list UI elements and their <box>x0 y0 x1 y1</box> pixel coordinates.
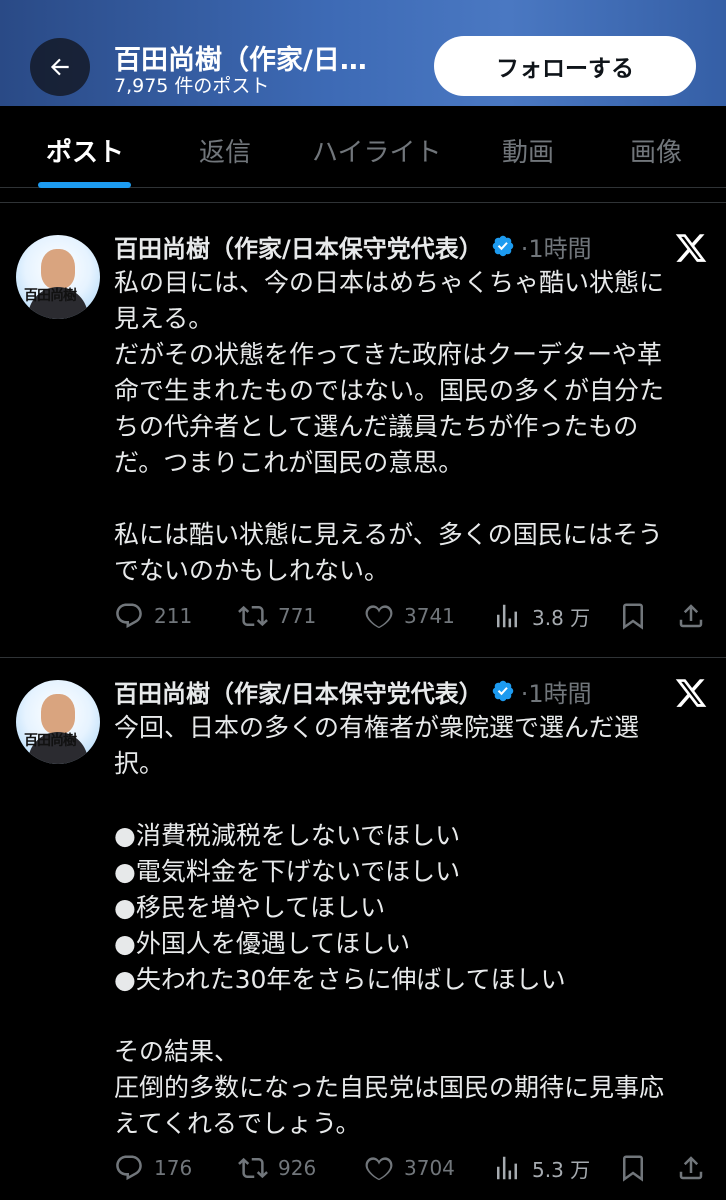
avatar-signature: 百田尚樹 <box>24 733 77 749</box>
bookmark-button[interactable] <box>618 596 658 636</box>
post-timestamp[interactable]: ·1時間 <box>521 229 592 264</box>
like-button[interactable]: 3741 <box>364 596 455 636</box>
bookmark-icon <box>623 1155 643 1182</box>
profile-tabs: ポスト 返信 ハイライト 動画 画像 <box>0 106 726 188</box>
avatar[interactable]: 百田尚樹 <box>16 680 100 764</box>
like-button[interactable]: 3704 <box>364 1148 455 1188</box>
avatar-face <box>41 249 75 289</box>
share-button[interactable] <box>676 1148 716 1188</box>
repost-icon <box>238 1157 268 1179</box>
tab-images[interactable]: 画像 <box>630 132 682 169</box>
post-actions: 211 771 3741 3.8 万 <box>114 596 714 636</box>
avatar[interactable]: 百田尚樹 <box>16 235 100 319</box>
like-count: 3741 <box>404 604 455 628</box>
post-item[interactable]: 百田尚樹 百田尚樹（作家/日本保守党代表） ·1時間 私の目には、今の日本はめち… <box>0 203 726 657</box>
verified-badge-icon <box>492 680 514 702</box>
post-author-name[interactable]: 百田尚樹（作家/日本保守党代表） <box>114 229 483 264</box>
back-button[interactable] <box>30 38 90 96</box>
reply-button[interactable]: 211 <box>114 596 192 636</box>
views-icon <box>497 1156 517 1180</box>
tab-replies[interactable]: 返信 <box>199 132 251 169</box>
like-icon <box>365 605 393 629</box>
x-logo-icon[interactable] <box>674 231 708 265</box>
verified-badge-icon <box>492 235 514 257</box>
post-author-name[interactable]: 百田尚樹（作家/日本保守党代表） <box>114 674 483 709</box>
reply-icon <box>116 1155 142 1181</box>
tab-videos[interactable]: 動画 <box>502 132 554 169</box>
tab-highlights[interactable]: ハイライト <box>312 132 441 169</box>
avatar-face <box>41 694 75 734</box>
profile-header: 百田尚樹（作家/日… 7,975 件のポスト フォローする <box>0 0 726 106</box>
views-count: 5.3 万 <box>532 1157 591 1182</box>
post-item[interactable]: 百田尚樹 百田尚樹（作家/日本保守党代表） ·1時間 今回、日本の多くの有権者が… <box>0 658 726 1200</box>
bookmark-icon <box>623 603 643 630</box>
share-button[interactable] <box>676 596 716 636</box>
post-body: 私の目には、今の日本はめちゃくちゃ酷い状態に 見える。 だがその状態を作ってきた… <box>114 268 665 585</box>
reply-count: 176 <box>154 1156 193 1180</box>
views-button[interactable]: 5.3 万 <box>492 1148 590 1188</box>
avatar-signature: 百田尚樹 <box>24 288 77 304</box>
repost-icon <box>238 605 268 627</box>
views-icon <box>497 604 517 628</box>
share-icon <box>679 1156 703 1180</box>
repost-count: 926 <box>278 1156 317 1180</box>
post-header: 百田尚樹（作家/日本保守党代表） ·1時間 <box>114 674 592 708</box>
tab-posts[interactable]: ポスト <box>46 132 124 169</box>
share-icon <box>679 604 703 628</box>
like-icon <box>365 1157 393 1181</box>
reply-button[interactable]: 176 <box>114 1148 192 1188</box>
views-count: 3.8 万 <box>532 605 591 630</box>
reply-count: 211 <box>154 604 193 628</box>
repost-button[interactable]: 771 <box>238 596 316 636</box>
repost-button[interactable]: 926 <box>238 1148 316 1188</box>
post-header: 百田尚樹（作家/日本保守党代表） ·1時間 <box>114 229 592 263</box>
bookmark-button[interactable] <box>618 1148 658 1188</box>
like-count: 3704 <box>404 1156 455 1180</box>
active-tab-indicator <box>38 182 131 188</box>
post-body: 今回、日本の多くの有権者が衆院選で選んだ選 択。 ●消費税減税をしないでほしい … <box>114 713 665 1138</box>
post-timestamp[interactable]: ·1時間 <box>521 674 592 709</box>
post-actions: 176 926 3704 5.3 万 <box>114 1148 714 1188</box>
x-logo-icon[interactable] <box>674 676 708 710</box>
reply-icon <box>116 603 142 629</box>
back-arrow-icon <box>50 58 69 76</box>
repost-count: 771 <box>278 604 317 628</box>
views-button[interactable]: 3.8 万 <box>492 596 590 636</box>
follow-button[interactable]: フォローする <box>434 36 696 96</box>
header-post-count: 7,975 件のポスト <box>114 75 270 97</box>
